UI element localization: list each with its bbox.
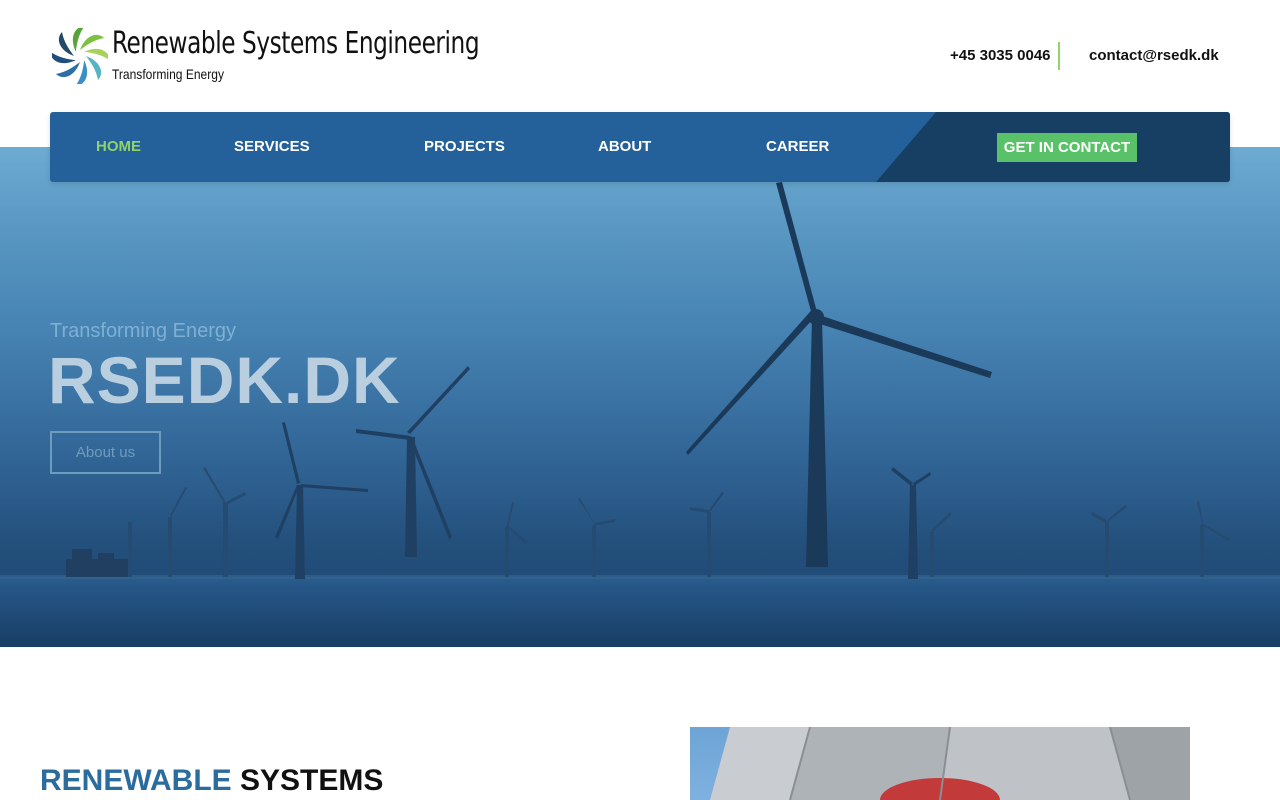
hero-banner: Transforming Energy RSEDK.DK About us [0, 147, 1280, 647]
logo-title: Renewable Systems Engineering [112, 26, 480, 61]
site-header: Renewable Systems Engineering Transformi… [0, 0, 1280, 112]
section-heading: RENEWABLE SYSTEMS [40, 764, 383, 798]
contact-email-link[interactable]: contact@rsedk.dk [1089, 47, 1219, 64]
nav-item-projects[interactable]: PROJECTS [424, 138, 505, 155]
main-navigation: HOME SERVICES PROJECTS ABOUT CAREER GET … [50, 112, 1230, 182]
hero-title: RSEDK.DK [48, 343, 401, 417]
nav-item-services[interactable]: SERVICES [234, 138, 310, 155]
logo-subtitle: Transforming Energy [112, 66, 224, 82]
section-heading-highlight: RENEWABLE [40, 764, 232, 797]
section-heading-rest: SYSTEMS [240, 764, 384, 797]
hero-subtitle: Transforming Energy [50, 320, 236, 342]
site-logo[interactable]: Renewable Systems Engineering Transformi… [52, 26, 480, 88]
logo-pinwheel-icon [52, 28, 108, 84]
get-in-contact-button[interactable]: GET IN CONTACT [997, 133, 1137, 162]
section-image [690, 727, 1190, 800]
contact-divider [1058, 42, 1060, 70]
nav-item-about[interactable]: ABOUT [598, 138, 651, 155]
nav-slant-divider [876, 112, 936, 182]
nav-item-home[interactable]: HOME [96, 138, 141, 155]
about-us-button[interactable]: About us [50, 431, 161, 474]
turbine-tower-image [710, 727, 1190, 800]
nav-item-career[interactable]: CAREER [766, 138, 829, 155]
contact-phone-link[interactable]: +45 3035 0046 [950, 47, 1051, 64]
